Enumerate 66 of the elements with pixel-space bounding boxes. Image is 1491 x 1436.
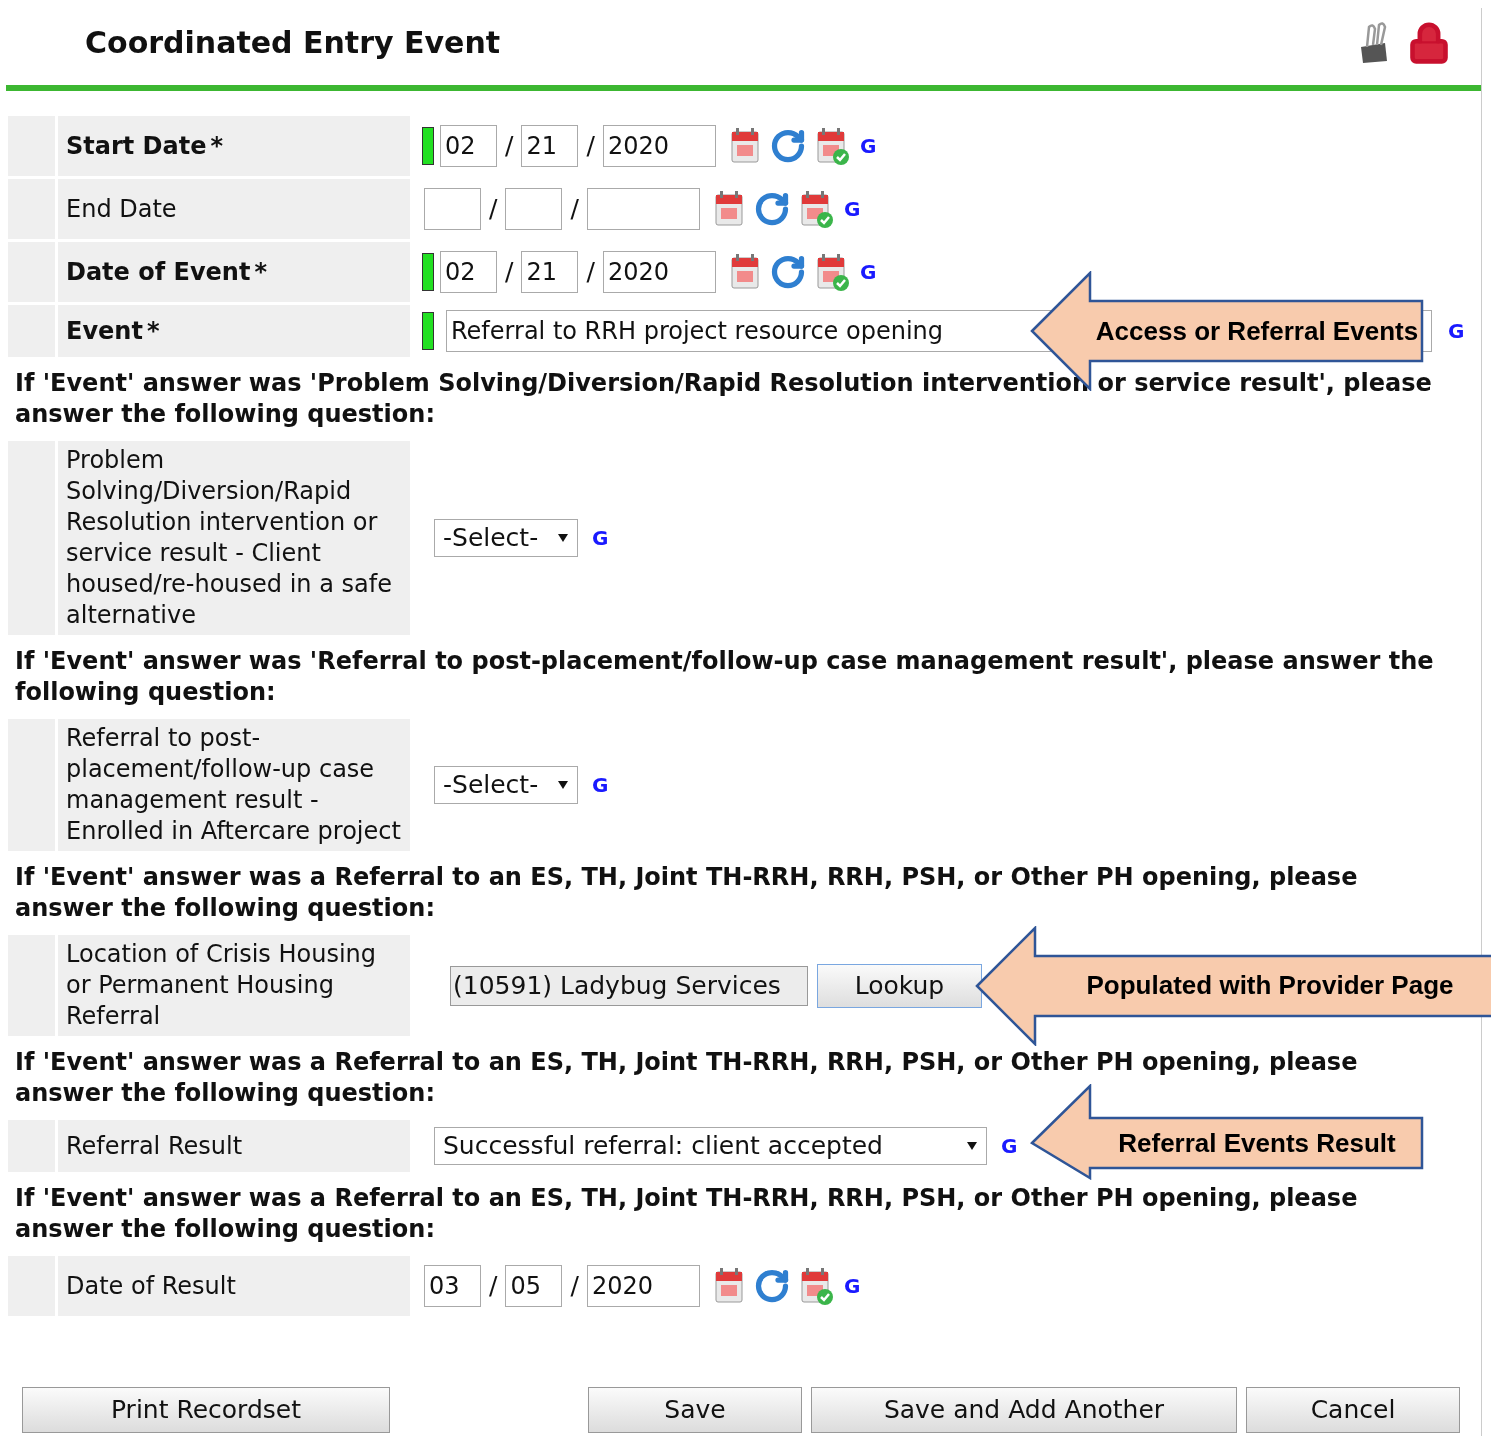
g-link[interactable]: G — [843, 194, 861, 224]
g-link[interactable]: G — [1448, 316, 1465, 346]
field-label: Location of Crisis Housing or Permanent Housing Referral — [58, 935, 410, 1036]
g-link[interactable]: G — [1001, 1131, 1018, 1161]
form-button[interactable]: Cancel — [1246, 1387, 1460, 1433]
field-label: Date of Result — [58, 1256, 410, 1316]
date-separator: / — [504, 256, 515, 289]
section-instruction: If 'Event' answer was a Referral to an ES, TH, Joint TH-RRH, RRH, PSH, or Other PH opening, please answer the following question: — [14, 1183, 1359, 1245]
form-button[interactable]: Save — [588, 1387, 802, 1433]
section-instruction: If 'Event' answer was a Referral to an ES, TH, Joint TH-RRH, RRH, PSH, or Other PH opening, please answer the following question: — [14, 1047, 1359, 1109]
day-field[interactable] — [505, 188, 563, 230]
form-button[interactable]: Save and Add Another — [811, 1387, 1237, 1433]
refresh-icon[interactable] — [753, 1268, 790, 1304]
page-title: Coordinated Entry Event — [85, 24, 501, 62]
section-instruction: If 'Event' answer was 'Referral to post-placement/follow-up case management result', please answer the following question: — [14, 646, 1435, 708]
g-link[interactable]: G — [592, 523, 609, 553]
field-label: Referral Result — [58, 1120, 410, 1172]
year-field[interactable]: 2020 — [602, 251, 716, 293]
required-indicator — [422, 253, 434, 291]
select-dropdown[interactable]: -Select- — [434, 519, 578, 557]
date-separator: / — [488, 1270, 499, 1303]
date-separator: / — [569, 193, 580, 226]
month-field[interactable]: 02 — [440, 251, 497, 293]
date-separator: / — [585, 256, 596, 289]
lookup-field[interactable]: (10591) Ladybug Services — [450, 965, 808, 1006]
year-field[interactable] — [586, 188, 700, 230]
day-field[interactable]: 21 — [521, 125, 579, 167]
field-label: Start Date * — [58, 116, 410, 176]
month-field[interactable]: 02 — [440, 125, 497, 167]
date-separator: / — [569, 1270, 580, 1303]
field-label: Event * — [58, 305, 410, 357]
date-separator: / — [585, 130, 596, 163]
refresh-icon[interactable] — [753, 191, 790, 227]
lock-icon[interactable] — [1407, 20, 1451, 65]
month-field[interactable]: 03 — [424, 1265, 481, 1307]
field-label: Problem Solving/Diversion/Rapid Resolution intervention or service result - Client housed/re-housed in a safe alternative — [58, 441, 410, 635]
callout-text: Referral Events Result — [1118, 1126, 1396, 1160]
day-field[interactable]: 05 — [505, 1265, 563, 1307]
date-separator: / — [488, 193, 499, 226]
refresh-icon[interactable] — [769, 128, 806, 164]
month-field[interactable] — [424, 188, 481, 230]
refresh-icon[interactable] — [769, 254, 806, 290]
form-button[interactable]: Print Recordset — [22, 1387, 390, 1433]
required-indicator — [422, 312, 434, 350]
field-label: End Date — [58, 179, 410, 239]
caret-icon — [557, 533, 569, 543]
section-instruction: If 'Event' answer was a Referral to an ES, TH, Joint TH-RRH, RRH, PSH, or Other PH opening, please answer the following question: — [14, 862, 1359, 924]
g-link[interactable]: G — [859, 131, 877, 161]
select-dropdown[interactable]: Successful referral: client accepted — [434, 1127, 987, 1165]
caret-icon — [557, 780, 569, 790]
g-link[interactable]: G — [592, 770, 609, 800]
caret-icon — [966, 1141, 978, 1151]
day-field[interactable]: 21 — [521, 251, 579, 293]
year-field[interactable]: 2020 — [602, 125, 716, 167]
date-separator: / — [504, 130, 515, 163]
g-link[interactable]: G — [859, 257, 877, 287]
year-field[interactable]: 2020 — [586, 1265, 700, 1307]
lookup-button[interactable]: Lookup — [817, 963, 982, 1008]
section-instruction: If 'Event' answer was 'Problem Solving/Diversion/Rapid Resolution intervention or service result', please answer the following question: — [14, 368, 1433, 430]
required-indicator — [422, 127, 434, 165]
select-dropdown[interactable]: -Select- — [434, 766, 578, 804]
field-label: Date of Event * — [58, 242, 410, 302]
callout-text: Populated with Provider Page — [1086, 969, 1454, 1002]
callout-text: Access or Referral Events — [1095, 314, 1419, 348]
g-link[interactable]: G — [843, 1271, 861, 1301]
field-label: Referral to post-placement/follow-up case management result - Enrolled in Aftercare project — [58, 719, 410, 851]
